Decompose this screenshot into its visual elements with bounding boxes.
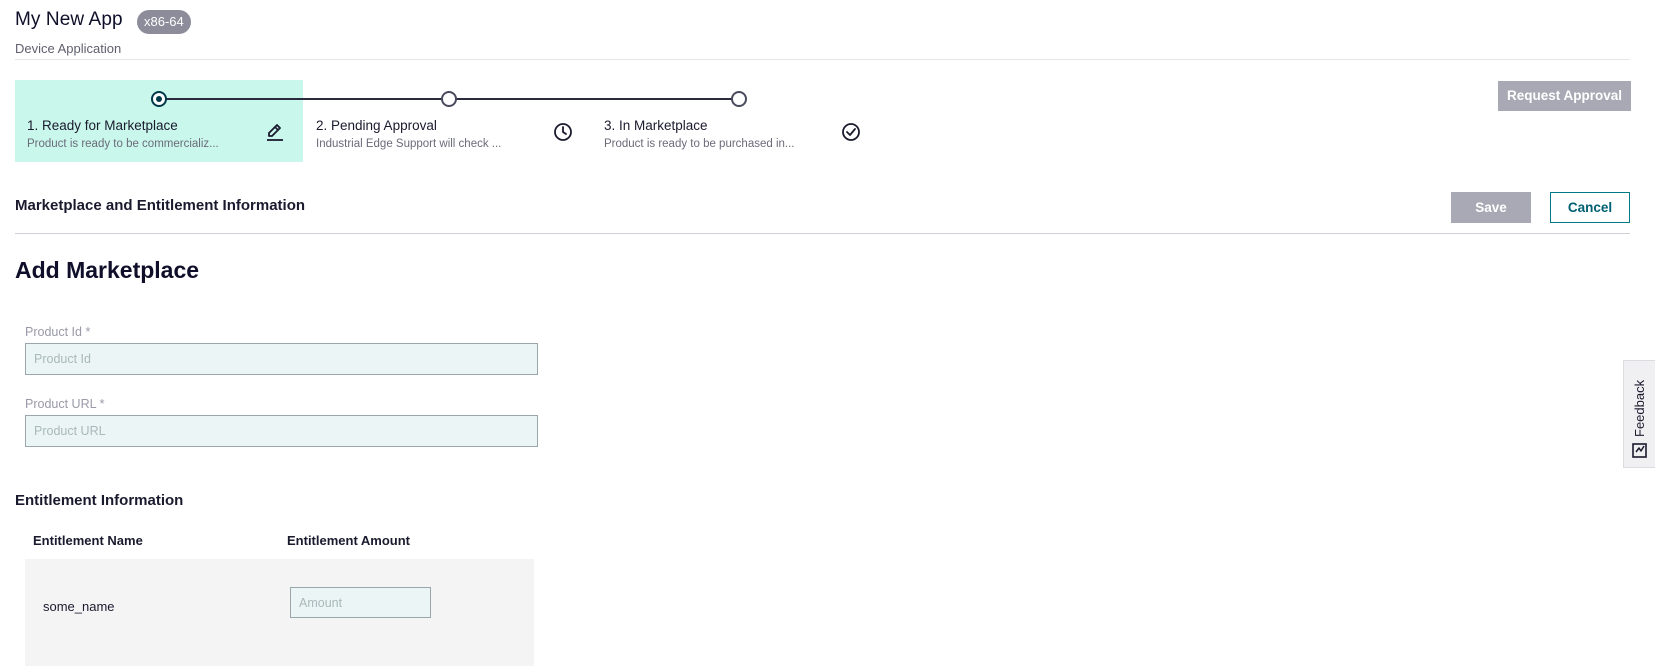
step-1-description: Product is ready to be commercializ... (27, 138, 219, 150)
column-header-entitlement-amount: Entitlement Amount (287, 533, 411, 548)
request-approval-button[interactable]: Request Approval (1498, 81, 1631, 111)
pencil-icon[interactable] (264, 121, 286, 143)
save-button[interactable]: Save (1451, 192, 1531, 223)
step-1-title[interactable]: 1. Ready for Marketplace (27, 118, 178, 133)
step-3-description: Product is ready to be purchased in... (604, 138, 795, 150)
architecture-badge: x86-64 (137, 10, 191, 34)
stepper-track-2 (450, 98, 740, 100)
page-heading: Add Marketplace (15, 257, 200, 283)
section-title: Marketplace and Entitlement Information (15, 197, 306, 214)
feedback-icon (1632, 443, 1647, 458)
stepper-track-1 (160, 98, 450, 100)
feedback-label: Feedback (1632, 379, 1647, 437)
app-title: My New App (15, 9, 123, 30)
check-circle-icon (842, 123, 860, 141)
app-subtitle: Device Application (15, 41, 122, 56)
step-2-node[interactable] (441, 91, 457, 107)
step-3-node[interactable] (731, 91, 747, 107)
clock-icon (554, 123, 572, 141)
product-url-input[interactable] (25, 415, 538, 447)
product-url-label: Product URL * (25, 397, 105, 411)
step-2-description: Industrial Edge Support will check ... (316, 138, 502, 150)
entitlement-amount-input[interactable] (290, 587, 431, 618)
section-divider (15, 233, 1630, 234)
product-id-label: Product Id * (25, 325, 91, 339)
step-3-title[interactable]: 3. In Marketplace (604, 118, 708, 133)
step-1-node[interactable] (151, 91, 167, 107)
entitlement-name-cell: some_name (43, 599, 115, 614)
entitlement-heading: Entitlement Information (15, 492, 184, 509)
header-divider (15, 59, 1630, 60)
feedback-tab[interactable]: Feedback (1623, 360, 1655, 468)
column-header-entitlement-name: Entitlement Name (33, 533, 143, 548)
cancel-button[interactable]: Cancel (1550, 192, 1630, 223)
step-2-title[interactable]: 2. Pending Approval (316, 118, 437, 133)
product-id-input[interactable] (25, 343, 538, 375)
